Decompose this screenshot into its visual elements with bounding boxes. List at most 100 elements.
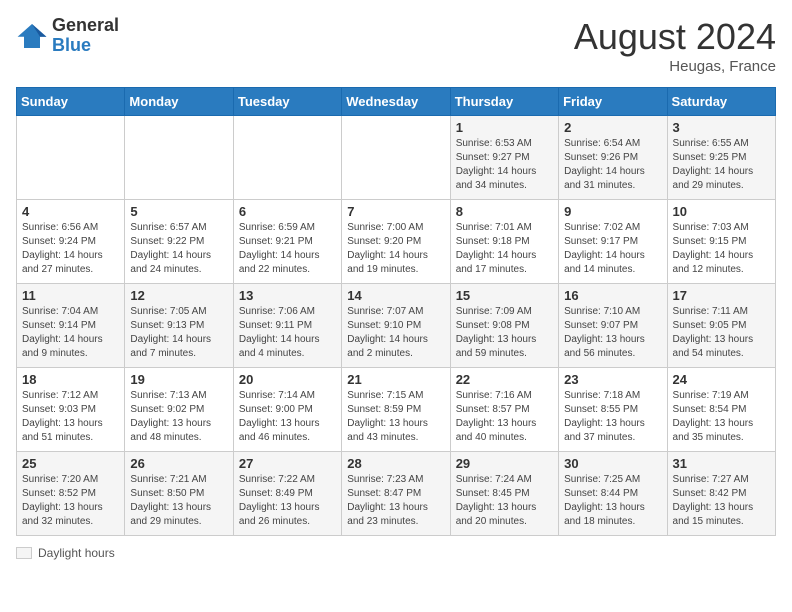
day-number: 22	[456, 372, 553, 387]
day-info: Sunrise: 6:54 AM Sunset: 9:26 PM Dayligh…	[564, 137, 661, 193]
calendar-cell: 4 Sunrise: 6:56 AM Sunset: 9:24 PM Daylig…	[17, 200, 125, 284]
calendar-cell: 11 Sunrise: 7:04 AM Sunset: 9:14 PM Dayli…	[17, 284, 125, 368]
day-number: 14	[347, 288, 444, 303]
day-info: Sunrise: 7:20 AM Sunset: 8:52 PM Dayligh…	[22, 473, 119, 529]
location-subtitle: Heugas, France	[574, 58, 776, 75]
legend-label: Daylight hours	[38, 546, 115, 560]
day-info: Sunrise: 6:55 AM Sunset: 9:25 PM Dayligh…	[673, 137, 770, 193]
day-number: 16	[564, 288, 661, 303]
day-number: 4	[22, 204, 119, 219]
calendar-week-row: 25 Sunrise: 7:20 AM Sunset: 8:52 PM Dayli…	[17, 452, 776, 536]
day-number: 19	[130, 372, 227, 387]
logo-icon	[16, 22, 48, 50]
day-info: Sunrise: 6:56 AM Sunset: 9:24 PM Dayligh…	[22, 221, 119, 277]
day-info: Sunrise: 6:53 AM Sunset: 9:27 PM Dayligh…	[456, 137, 553, 193]
day-number: 1	[456, 120, 553, 135]
day-number: 28	[347, 456, 444, 471]
day-number: 30	[564, 456, 661, 471]
day-info: Sunrise: 7:23 AM Sunset: 8:47 PM Dayligh…	[347, 473, 444, 529]
day-number: 9	[564, 204, 661, 219]
logo: General Blue	[16, 16, 119, 56]
logo-blue: Blue	[52, 36, 119, 56]
day-info: Sunrise: 7:07 AM Sunset: 9:10 PM Dayligh…	[347, 305, 444, 361]
calendar-cell: 28 Sunrise: 7:23 AM Sunset: 8:47 PM Dayli…	[342, 452, 450, 536]
day-info: Sunrise: 7:18 AM Sunset: 8:55 PM Dayligh…	[564, 389, 661, 445]
day-info: Sunrise: 7:10 AM Sunset: 9:07 PM Dayligh…	[564, 305, 661, 361]
day-number: 11	[22, 288, 119, 303]
day-number: 10	[673, 204, 770, 219]
calendar-cell: 30 Sunrise: 7:25 AM Sunset: 8:44 PM Dayli…	[559, 452, 667, 536]
day-info: Sunrise: 7:14 AM Sunset: 9:00 PM Dayligh…	[239, 389, 336, 445]
day-info: Sunrise: 7:27 AM Sunset: 8:42 PM Dayligh…	[673, 473, 770, 529]
calendar-cell: 7Sunrise: 7:00 AM Sunset: 9:20 PM Daylig…	[342, 200, 450, 284]
calendar-cell: 8Sunrise: 7:01 AM Sunset: 9:18 PM Daylig…	[450, 200, 558, 284]
calendar-table: SundayMondayTuesdayWednesdayThursdayFrid…	[16, 87, 776, 536]
day-info: Sunrise: 7:19 AM Sunset: 8:54 PM Dayligh…	[673, 389, 770, 445]
day-number: 3	[673, 120, 770, 135]
calendar-cell: 10 Sunrise: 7:03 AM Sunset: 9:15 PM Dayli…	[667, 200, 775, 284]
day-number: 12	[130, 288, 227, 303]
calendar-week-row: 18Sunrise: 7:12 AM Sunset: 9:03 PM Dayli…	[17, 368, 776, 452]
calendar-day-header: Thursday	[450, 88, 558, 116]
day-number: 31	[673, 456, 770, 471]
day-number: 21	[347, 372, 444, 387]
day-info: Sunrise: 7:09 AM Sunset: 9:08 PM Dayligh…	[456, 305, 553, 361]
legend: Daylight hours	[16, 546, 776, 560]
calendar-cell: 23 Sunrise: 7:18 AM Sunset: 8:55 PM Dayli…	[559, 368, 667, 452]
day-number: 8	[456, 204, 553, 219]
day-info: Sunrise: 7:06 AM Sunset: 9:11 PM Dayligh…	[239, 305, 336, 361]
logo-general: General	[52, 16, 119, 36]
day-number: 29	[456, 456, 553, 471]
calendar-cell: 2Sunrise: 6:54 AM Sunset: 9:26 PM Daylig…	[559, 116, 667, 200]
day-info: Sunrise: 7:13 AM Sunset: 9:02 PM Dayligh…	[130, 389, 227, 445]
day-number: 18	[22, 372, 119, 387]
calendar-week-row: 1 Sunrise: 6:53 AM Sunset: 9:27 PM Daylig…	[17, 116, 776, 200]
calendar-cell: 29 Sunrise: 7:24 AM Sunset: 8:45 PM Dayli…	[450, 452, 558, 536]
day-number: 25	[22, 456, 119, 471]
calendar-day-header: Sunday	[17, 88, 125, 116]
calendar-cell	[125, 116, 233, 200]
calendar-cell	[233, 116, 341, 200]
day-info: Sunrise: 7:21 AM Sunset: 8:50 PM Dayligh…	[130, 473, 227, 529]
day-info: Sunrise: 6:59 AM Sunset: 9:21 PM Dayligh…	[239, 221, 336, 277]
page-header: General Blue August 2024 Heugas, France	[16, 16, 776, 75]
day-number: 23	[564, 372, 661, 387]
calendar-cell: 16 Sunrise: 7:10 AM Sunset: 9:07 PM Dayli…	[559, 284, 667, 368]
legend-box	[16, 547, 32, 559]
day-info: Sunrise: 7:02 AM Sunset: 9:17 PM Dayligh…	[564, 221, 661, 277]
day-info: Sunrise: 7:04 AM Sunset: 9:14 PM Dayligh…	[22, 305, 119, 361]
day-info: Sunrise: 6:57 AM Sunset: 9:22 PM Dayligh…	[130, 221, 227, 277]
calendar-cell: 18Sunrise: 7:12 AM Sunset: 9:03 PM Dayli…	[17, 368, 125, 452]
calendar-cell: 1 Sunrise: 6:53 AM Sunset: 9:27 PM Daylig…	[450, 116, 558, 200]
day-info: Sunrise: 7:05 AM Sunset: 9:13 PM Dayligh…	[130, 305, 227, 361]
day-number: 15	[456, 288, 553, 303]
day-number: 27	[239, 456, 336, 471]
day-info: Sunrise: 7:24 AM Sunset: 8:45 PM Dayligh…	[456, 473, 553, 529]
calendar-cell: 6 Sunrise: 6:59 AM Sunset: 9:21 PM Daylig…	[233, 200, 341, 284]
calendar-cell: 13Sunrise: 7:06 AM Sunset: 9:11 PM Dayli…	[233, 284, 341, 368]
calendar-day-header: Wednesday	[342, 88, 450, 116]
calendar-cell: 19 Sunrise: 7:13 AM Sunset: 9:02 PM Dayli…	[125, 368, 233, 452]
logo-text: General Blue	[52, 16, 119, 56]
day-number: 24	[673, 372, 770, 387]
calendar-header-row: SundayMondayTuesdayWednesdayThursdayFrid…	[17, 88, 776, 116]
title-block: August 2024 Heugas, France	[574, 16, 776, 75]
day-number: 6	[239, 204, 336, 219]
calendar-cell: 26 Sunrise: 7:21 AM Sunset: 8:50 PM Dayli…	[125, 452, 233, 536]
calendar-day-header: Tuesday	[233, 88, 341, 116]
day-info: Sunrise: 7:15 AM Sunset: 8:59 PM Dayligh…	[347, 389, 444, 445]
day-number: 7	[347, 204, 444, 219]
calendar-cell: 3 Sunrise: 6:55 AM Sunset: 9:25 PM Daylig…	[667, 116, 775, 200]
day-number: 26	[130, 456, 227, 471]
calendar-day-header: Friday	[559, 88, 667, 116]
day-info: Sunrise: 7:16 AM Sunset: 8:57 PM Dayligh…	[456, 389, 553, 445]
calendar-cell	[17, 116, 125, 200]
day-info: Sunrise: 7:25 AM Sunset: 8:44 PM Dayligh…	[564, 473, 661, 529]
calendar-week-row: 11 Sunrise: 7:04 AM Sunset: 9:14 PM Dayli…	[17, 284, 776, 368]
calendar-cell: 9 Sunrise: 7:02 AM Sunset: 9:17 PM Daylig…	[559, 200, 667, 284]
calendar-cell: 27 Sunrise: 7:22 AM Sunset: 8:49 PM Dayli…	[233, 452, 341, 536]
day-info: Sunrise: 7:22 AM Sunset: 8:49 PM Dayligh…	[239, 473, 336, 529]
calendar-cell: 31 Sunrise: 7:27 AM Sunset: 8:42 PM Dayli…	[667, 452, 775, 536]
calendar-cell: 12 Sunrise: 7:05 AM Sunset: 9:13 PM Dayli…	[125, 284, 233, 368]
day-info: Sunrise: 7:03 AM Sunset: 9:15 PM Dayligh…	[673, 221, 770, 277]
